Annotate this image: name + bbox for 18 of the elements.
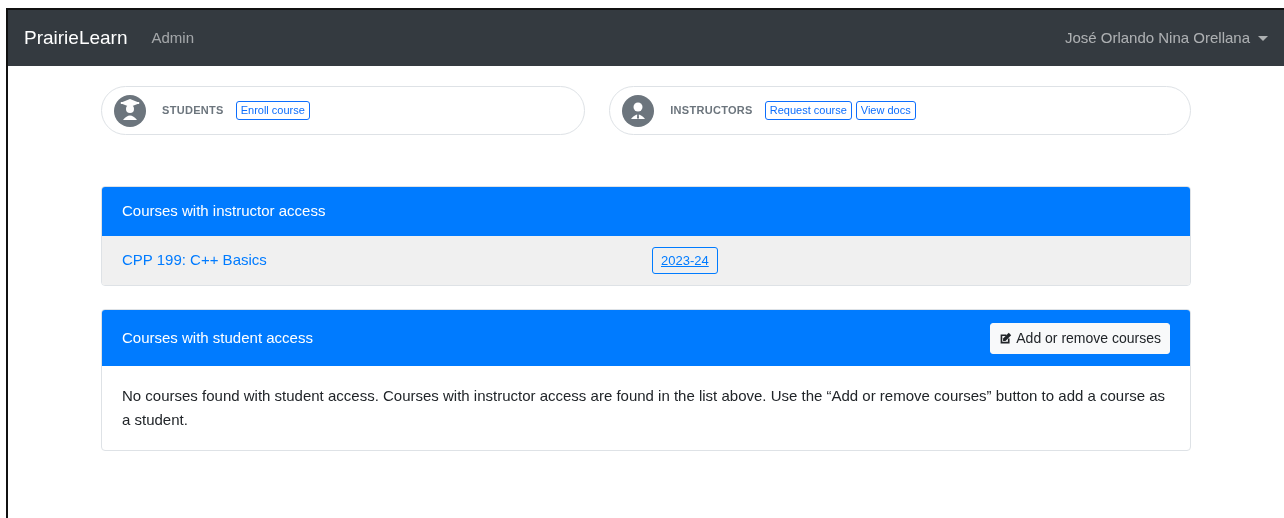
add-remove-courses-button[interactable]: Add or remove courses bbox=[990, 322, 1170, 354]
course-link[interactable]: CPP 199: C++ Basics bbox=[122, 249, 652, 272]
card-title: Courses with instructor access bbox=[122, 201, 326, 222]
role-label: INSTRUCTORS bbox=[670, 103, 753, 119]
term-link[interactable]: 2023-24 bbox=[652, 246, 718, 275]
user-menu[interactable]: José Orlando Nina Orellana bbox=[1064, 26, 1268, 50]
edit-icon bbox=[999, 331, 1013, 345]
action-button[interactable]: Request course bbox=[764, 100, 852, 121]
nav-link[interactable]: Admin bbox=[151, 26, 195, 50]
empty-message: No courses found with student access. Courses with instructor access are found in the list above. Use the “Add or remove courses” button to add a course as a student. bbox=[122, 386, 1167, 430]
action-button[interactable]: View docs bbox=[855, 100, 916, 121]
brand-logo[interactable]: PrairieLearn bbox=[24, 23, 128, 53]
action-button[interactable]: Enroll course bbox=[235, 100, 310, 121]
caret-icon bbox=[1258, 36, 1268, 42]
card-title: Courses with student access bbox=[122, 327, 313, 348]
role-label: STUDENTS bbox=[162, 103, 224, 119]
person-avatar-icon bbox=[622, 94, 655, 127]
graduate-avatar-icon bbox=[114, 94, 146, 127]
